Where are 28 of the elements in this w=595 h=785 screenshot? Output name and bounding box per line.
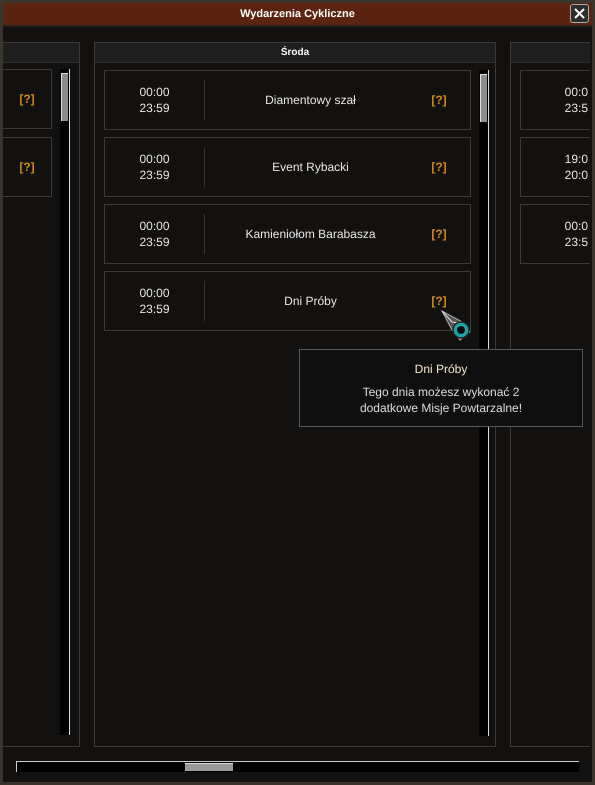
info-link[interactable]: [?]: [416, 225, 470, 243]
scrollbar-thumb[interactable]: [185, 762, 233, 770]
scrollbar-thumb[interactable]: [61, 73, 68, 121]
event-time: 00:00 23:59: [138, 285, 171, 317]
scrollbar-thumb[interactable]: [480, 74, 487, 122]
info-link[interactable]: [?]: [19, 90, 35, 108]
close-icon: [574, 8, 585, 19]
info-link[interactable]: [?]: [416, 158, 470, 176]
tooltip-text: Tego dnia możesz wykonać 2 dodatkowe Misje Powtarzalne!: [358, 384, 524, 416]
event-time: 00:00 23:59: [138, 218, 171, 250]
vertical-scrollbar[interactable]: [60, 69, 70, 735]
event-name: Kamieniołom Barabasza: [244, 226, 377, 243]
event-time: 00:0 23:5: [564, 218, 589, 250]
day-header: Środa: [95, 43, 495, 63]
event-time: 00:00 23:59: [138, 151, 171, 183]
info-link[interactable]: [?]: [416, 292, 470, 310]
event-name: Diamentowy szał: [264, 92, 357, 109]
event-time: 00:0 23:5: [564, 84, 589, 116]
window-title: Wydarzenia Cykliczne: [240, 6, 355, 22]
event-time: 00:00 23:59: [138, 84, 171, 116]
info-link[interactable]: [?]: [19, 158, 35, 176]
close-button[interactable]: [570, 4, 589, 23]
tooltip-title: Dni Próby: [414, 361, 468, 378]
horizontal-scrollbar[interactable]: [16, 760, 579, 772]
event-time: 19:0 20:0: [564, 151, 589, 183]
event-name: Event Rybacki: [271, 159, 350, 176]
info-link[interactable]: [?]: [416, 91, 470, 109]
event-name: Dni Próby: [283, 293, 338, 310]
